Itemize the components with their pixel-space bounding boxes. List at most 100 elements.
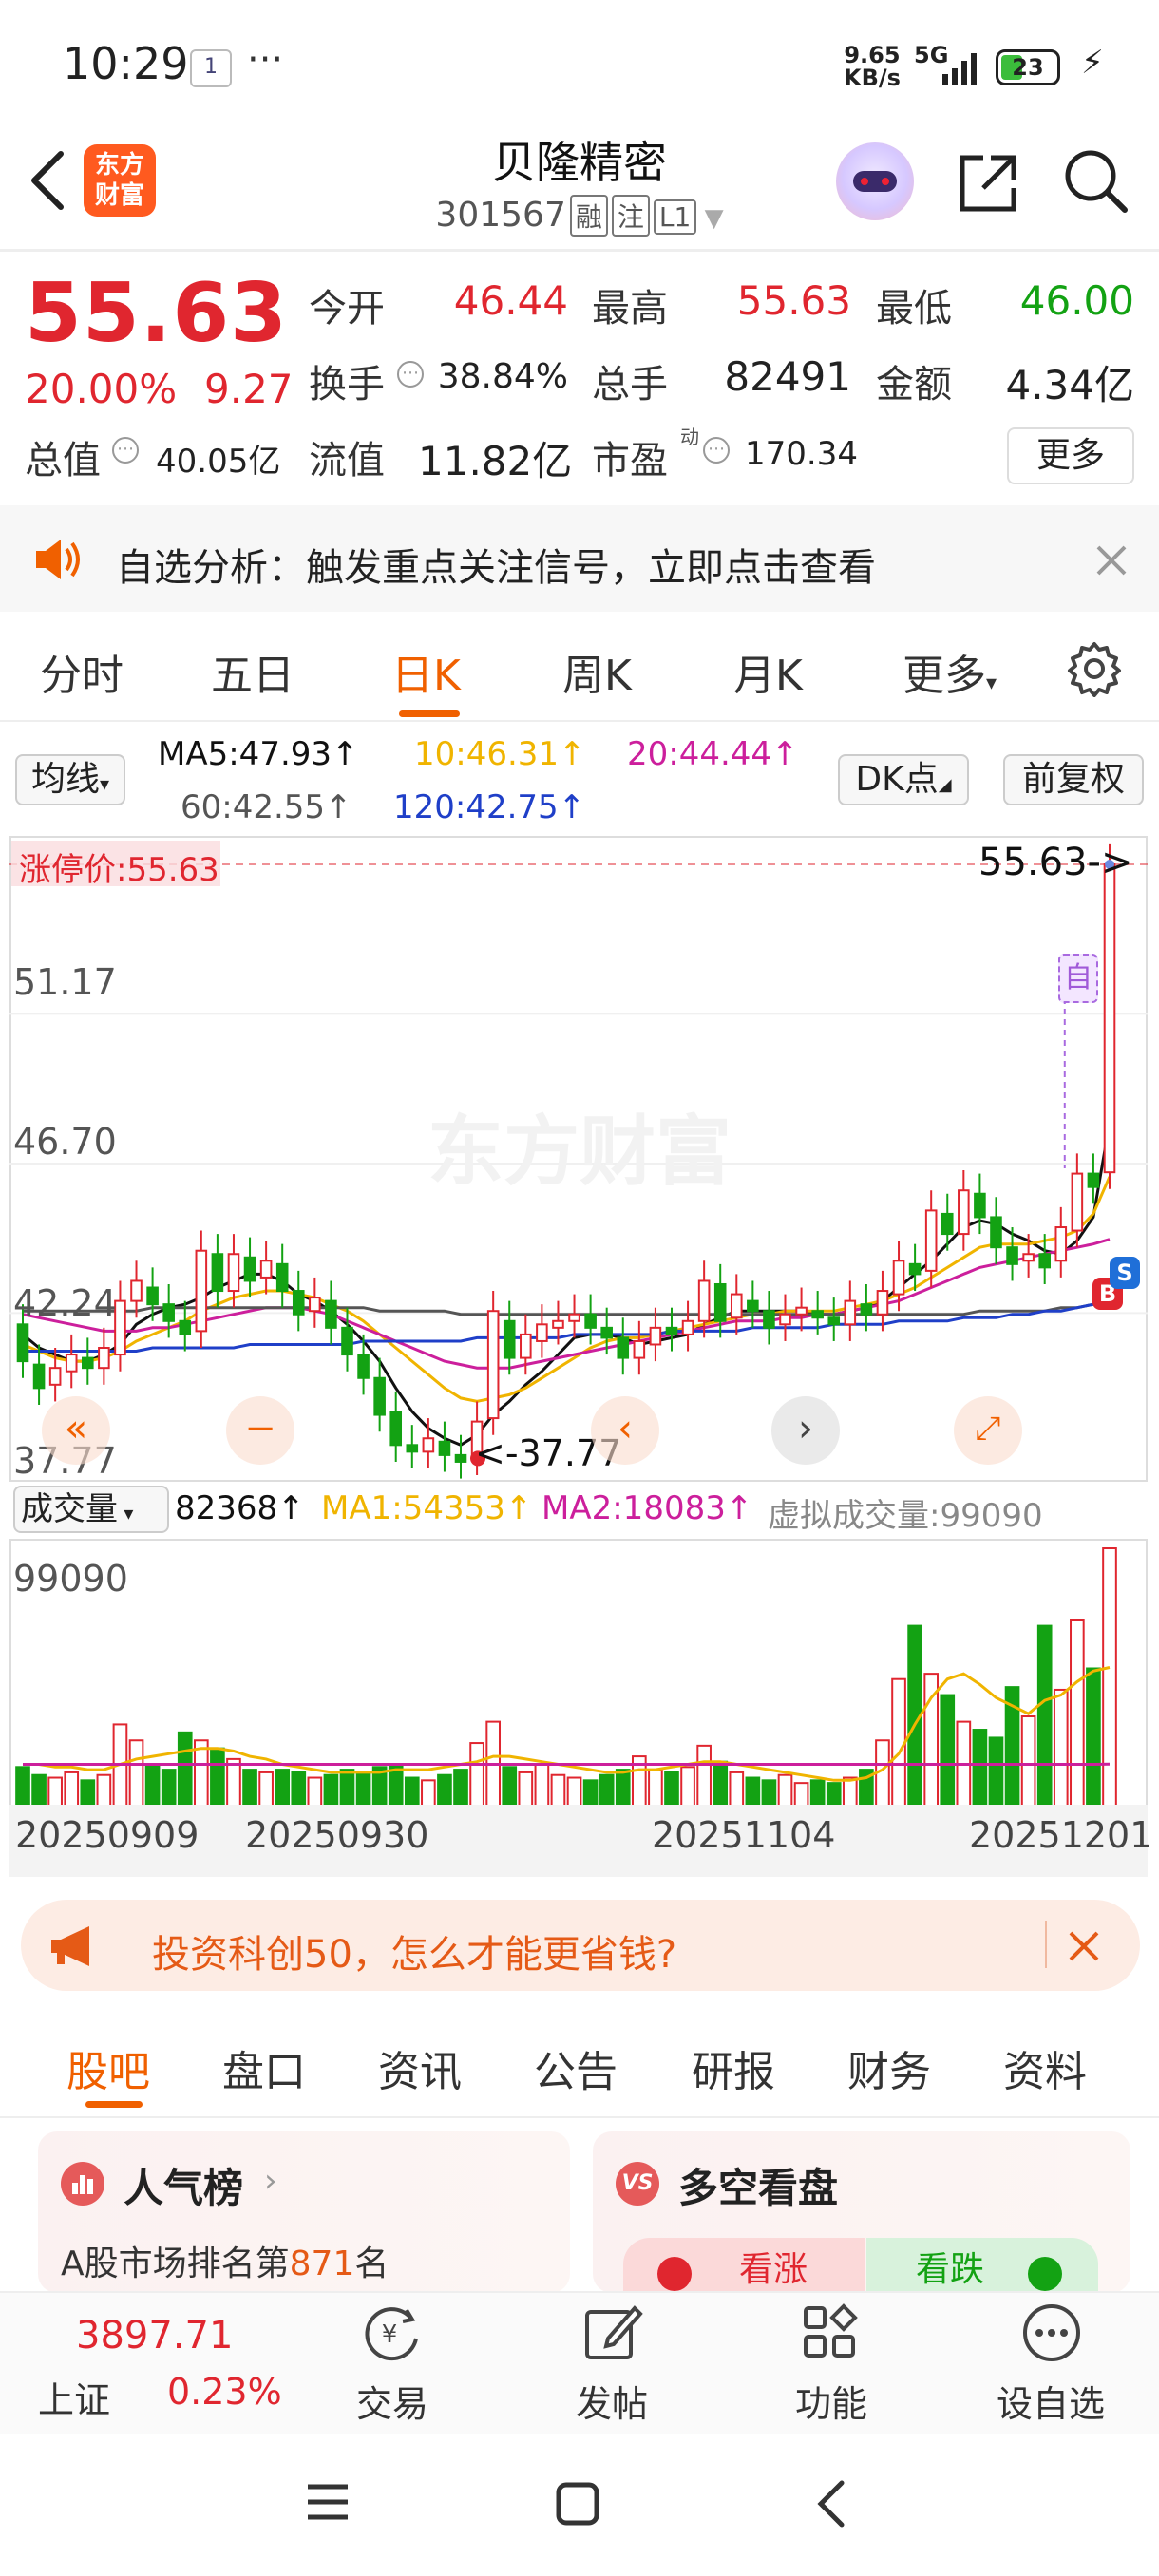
volume-bar <box>177 1731 193 1813</box>
candle-body <box>65 1354 78 1373</box>
post-icon[interactable] <box>581 2302 644 2363</box>
tab-announcements[interactable]: 公告 <box>534 2037 618 2098</box>
scroll-left-fast-icon[interactable]: « <box>42 1396 110 1465</box>
date-label: 20250909 <box>15 1814 200 1856</box>
dropdown-icon[interactable]: ▼ <box>696 204 724 233</box>
dk-point-select[interactable]: DK点◢ <box>838 754 969 805</box>
tab-forum[interactable]: 股吧 <box>66 2037 150 2098</box>
divider <box>0 2116 1159 2118</box>
float-label: 流值 <box>309 439 385 483</box>
ranking-icon <box>61 2162 104 2206</box>
home-icon[interactable] <box>555 2481 600 2527</box>
candle-body <box>552 1319 564 1329</box>
chevron-right-icon[interactable]: › <box>771 1396 840 1465</box>
popularity-title[interactable]: 人气榜 <box>124 2156 243 2214</box>
close-icon[interactable] <box>1066 1928 1102 1964</box>
candle-body <box>568 1313 580 1322</box>
volume-bar <box>112 1723 128 1813</box>
add-watchlist-icon[interactable] <box>1020 2302 1083 2363</box>
nav-post[interactable]: 发帖 <box>536 2375 688 2427</box>
candle-body <box>243 1256 256 1282</box>
system-back-icon[interactable] <box>813 2479 847 2529</box>
info-icon[interactable]: ⋯ <box>703 437 730 464</box>
volume-bar <box>972 1729 988 1814</box>
ma5-value: MA5:47.93↑ <box>158 735 359 773</box>
tab-research[interactable]: 研报 <box>692 2037 775 2098</box>
tab-more[interactable]: 更多▾ <box>902 641 997 702</box>
fullscreen-icon[interactable]: ⤢ <box>954 1396 1022 1465</box>
indicator-select[interactable]: 成交量 ▾ <box>13 1486 169 1533</box>
close-icon[interactable] <box>1092 541 1130 579</box>
float-value: 11.82亿 <box>418 438 573 484</box>
bull-label[interactable]: 看涨 <box>739 2242 808 2291</box>
tab-active-indicator <box>399 710 460 717</box>
volume-value: 82491 <box>724 353 851 400</box>
kline-chart[interactable]: 东方财富 <box>10 836 1148 1482</box>
candle-body <box>860 1303 873 1316</box>
share-icon[interactable] <box>955 150 1021 217</box>
ma20-value: 20:44.44↑ <box>627 735 799 773</box>
turnover-label: 换手 <box>309 363 385 407</box>
popularity-desc-suffix: 名 <box>354 2245 390 2283</box>
candle-body <box>486 1310 500 1420</box>
zoom-out-icon[interactable]: − <box>226 1396 294 1465</box>
menu-icon[interactable] <box>304 2481 352 2523</box>
volume-bar <box>1036 1624 1053 1813</box>
index-value[interactable]: 3897.71 <box>76 2314 233 2358</box>
more-button[interactable]: 更多 <box>1007 427 1134 484</box>
tab-monthly-k[interactable]: 月K <box>733 641 803 702</box>
tab-profile[interactable]: 资料 <box>1003 2037 1087 2098</box>
candle-body <box>1006 1246 1018 1265</box>
ad-text[interactable]: 投资科创50，怎么才能更省钱? <box>152 1923 676 1979</box>
date-label: 20251104 <box>652 1814 836 1856</box>
sell-marker: S <box>1110 1257 1140 1289</box>
candle-body <box>1103 863 1116 1174</box>
nav-add-watchlist[interactable]: 设自选 <box>975 2375 1127 2427</box>
volume-bar <box>128 1739 144 1814</box>
settings-gear-icon[interactable] <box>1066 640 1123 697</box>
chevron-left-icon[interactable]: ‹ <box>591 1396 659 1465</box>
volume-bar <box>193 1739 209 1814</box>
tab-daily-k[interactable]: 日K <box>391 641 461 702</box>
candle-body <box>681 1319 694 1335</box>
tab-news[interactable]: 资讯 <box>378 2037 462 2098</box>
chevron-right-icon[interactable]: › <box>264 2162 277 2200</box>
notification-badge: 1 <box>190 49 232 87</box>
candle-body <box>130 1279 142 1302</box>
ai-assistant-icon[interactable] <box>836 142 914 220</box>
tab-5day[interactable]: 五日 <box>211 641 294 702</box>
tab-intraday[interactable]: 分时 <box>40 641 124 702</box>
limit-up-label: 涨停价:55.63 <box>19 851 219 889</box>
bear-label[interactable]: 看跌 <box>916 2242 984 2291</box>
nav-functions[interactable]: 功能 <box>755 2375 907 2427</box>
candle-body <box>438 1440 451 1456</box>
price-adjust-select[interactable]: 前复权 <box>1003 754 1144 805</box>
divider <box>0 720 1159 722</box>
index-change[interactable]: 0.23% <box>167 2371 282 2413</box>
index-name[interactable]: 上证 <box>38 2371 110 2423</box>
ma-select[interactable]: 均线▾ <box>15 754 125 805</box>
candle-body <box>1038 1253 1051 1269</box>
info-icon[interactable]: ⋯ <box>112 437 139 464</box>
candle-body <box>390 1411 403 1447</box>
bull-bear-title[interactable]: 多空看盘 <box>678 2156 838 2214</box>
y-tick-label: 51.17 <box>13 961 117 1003</box>
tab-financials[interactable]: 财务 <box>847 2037 931 2098</box>
candle-body <box>649 1326 662 1346</box>
functions-icon[interactable] <box>800 2302 863 2363</box>
notice-text[interactable]: 自选分析：触发重点关注信号，立即点击查看 <box>116 537 876 592</box>
candle-body <box>795 1306 808 1316</box>
up-arrow-icon <box>657 2257 692 2291</box>
search-icon[interactable] <box>1062 147 1130 216</box>
tab-weekly-k[interactable]: 周K <box>562 641 632 702</box>
nav-trade[interactable]: 交易 <box>316 2375 468 2427</box>
trade-icon[interactable]: ¥ <box>361 2304 424 2363</box>
volume-chart[interactable] <box>10 1539 1148 1824</box>
tab-orderbook[interactable]: 盘口 <box>222 2037 306 2098</box>
candle-body <box>325 1299 337 1329</box>
amount-value: 4.34亿 <box>1005 362 1134 408</box>
candle-body <box>892 1260 905 1296</box>
candle-body <box>195 1249 208 1333</box>
candle-body <box>908 1262 922 1276</box>
info-icon[interactable]: ⋯ <box>397 361 424 388</box>
